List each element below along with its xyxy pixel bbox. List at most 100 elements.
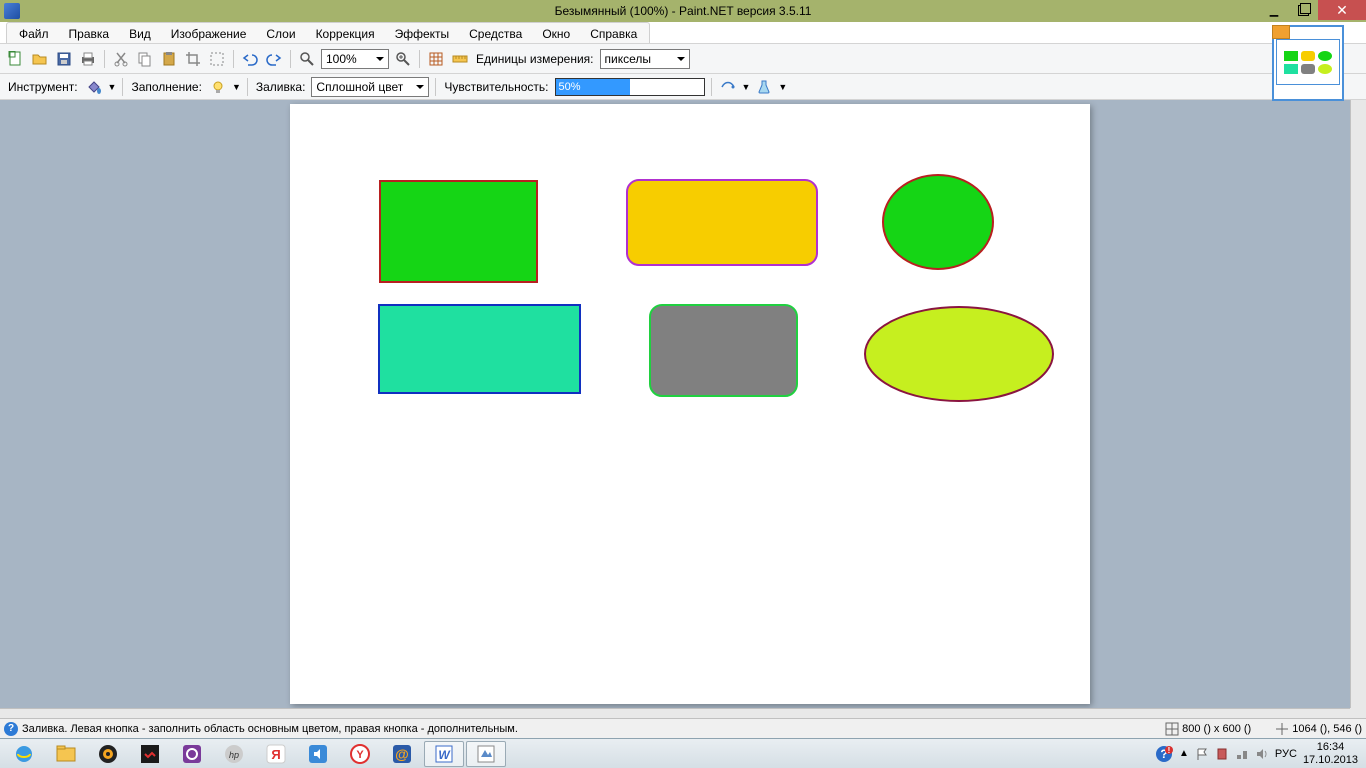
vertical-scrollbar[interactable]: [1350, 100, 1366, 708]
fillmode-label: Заливка:: [254, 80, 308, 94]
zoom-combo[interactable]: 100%: [321, 49, 389, 69]
svg-text:!: !: [1168, 746, 1171, 755]
taskbar-word-icon[interactable]: W: [424, 741, 464, 767]
taskbar-app1-icon[interactable]: [130, 741, 170, 767]
flask-dropdown-icon[interactable]: ▼: [778, 82, 787, 92]
taskbar-app2-icon[interactable]: [172, 741, 212, 767]
svg-text:@: @: [395, 746, 409, 762]
undo-icon[interactable]: [240, 49, 260, 69]
svg-text:Я: Я: [271, 747, 280, 762]
fillmode-combo[interactable]: Сплошной цвет: [311, 77, 429, 97]
main-toolbar: 100% Единицы измерения: пикселы: [0, 44, 1366, 74]
thumbnail-tab[interactable]: [1272, 25, 1290, 39]
taskbar-explorer-icon[interactable]: [46, 741, 86, 767]
menu-effects[interactable]: Эффекты: [385, 25, 460, 43]
tool-options-bar: Инструмент: ▼ Заполнение: ▼ Заливка: Спл…: [0, 74, 1366, 100]
ruler-icon[interactable]: [450, 49, 470, 69]
zoom-fit-icon[interactable]: [393, 49, 413, 69]
separator: [233, 50, 234, 68]
tray-clock[interactable]: 16:34 17.10.2013: [1303, 741, 1358, 765]
redo-icon[interactable]: [264, 49, 284, 69]
fill-dropdown-icon[interactable]: ▼: [232, 82, 241, 92]
menu-window[interactable]: Окно: [532, 25, 580, 43]
tolerance-value: 50%: [559, 81, 581, 93]
thumbnail-preview: [1276, 39, 1340, 85]
svg-text:W: W: [438, 748, 451, 762]
taskbar-paintnet-icon[interactable]: [466, 741, 506, 767]
save-icon[interactable]: [54, 49, 74, 69]
taskbar-sound-icon[interactable]: [298, 741, 338, 767]
grid-icon[interactable]: [426, 49, 446, 69]
tray-device-icon[interactable]: [1215, 747, 1229, 761]
menu-edit[interactable]: Правка: [59, 25, 120, 43]
separator: [290, 50, 291, 68]
separator: [419, 50, 420, 68]
menu-file[interactable]: Файл: [9, 25, 59, 43]
taskbar-ybrowser-icon[interactable]: Y: [340, 741, 380, 767]
status-cursor: 1064 (), 546 (): [1275, 722, 1362, 736]
menu-view[interactable]: Вид: [119, 25, 161, 43]
paste-icon[interactable]: [159, 49, 179, 69]
window-title: Безымянный (100%) - Paint.NET версия 3.5…: [555, 4, 812, 18]
cursor-pos-text: 1064 (), 546 (): [1292, 722, 1362, 734]
taskbar-ie-icon[interactable]: [4, 741, 44, 767]
deselect-icon[interactable]: [207, 49, 227, 69]
image-thumbnail-panel[interactable]: [1272, 25, 1344, 101]
new-file-icon[interactable]: [6, 49, 26, 69]
contiguous-icon[interactable]: [718, 77, 738, 97]
tray-volume-icon[interactable]: [1255, 747, 1269, 761]
tray-time: 16:34: [1303, 741, 1358, 753]
titlebar: Безымянный (100%) - Paint.NET версия 3.5…: [0, 0, 1366, 22]
lightbulb-icon[interactable]: [208, 77, 228, 97]
separator: [247, 78, 248, 96]
tray-flag-icon[interactable]: [1195, 747, 1209, 761]
units-value: пикселы: [605, 52, 652, 66]
menu-tools[interactable]: Средства: [459, 25, 532, 43]
separator: [122, 78, 123, 96]
app-icon: [4, 3, 20, 19]
cut-icon[interactable]: [111, 49, 131, 69]
menubar: Файл Правка Вид Изображение Слои Коррекц…: [0, 22, 1366, 44]
taskbar-mail-icon[interactable]: @: [382, 741, 422, 767]
separator: [711, 78, 712, 96]
tool-label: Инструмент:: [6, 80, 80, 94]
svg-text:hp: hp: [229, 750, 239, 760]
menu-image[interactable]: Изображение: [161, 25, 257, 43]
taskbar-media-icon[interactable]: [88, 741, 128, 767]
separator: [104, 50, 105, 68]
tray-date: 17.10.2013: [1303, 754, 1358, 766]
copy-icon[interactable]: [135, 49, 155, 69]
close-button[interactable]: ✕: [1318, 0, 1366, 20]
zoom-tool-icon[interactable]: [297, 49, 317, 69]
crop-icon[interactable]: [183, 49, 203, 69]
units-label: Единицы измерения:: [474, 52, 596, 66]
taskbar-yandex-icon[interactable]: Я: [256, 741, 296, 767]
tray-help-icon[interactable]: ?!: [1155, 745, 1173, 763]
tolerance-label: Чувствительность:: [442, 80, 550, 94]
contiguous-dropdown-icon[interactable]: ▼: [742, 82, 751, 92]
info-icon: ?: [4, 722, 18, 736]
flask-icon[interactable]: [754, 77, 774, 97]
tray-up-icon[interactable]: ▲: [1179, 748, 1189, 759]
system-tray: ?! ▲ РУС 16:34 17.10.2013: [1155, 741, 1362, 765]
fillmode-value: Сплошной цвет: [316, 80, 403, 94]
fill-label: Заполнение:: [129, 80, 203, 94]
tool-dropdown-icon[interactable]: ▼: [108, 82, 117, 92]
menu-layers[interactable]: Слои: [256, 25, 305, 43]
print-icon[interactable]: [78, 49, 98, 69]
workspace: [0, 100, 1366, 724]
menu-help[interactable]: Справка: [580, 25, 647, 43]
taskbar-hp-icon[interactable]: hp: [214, 741, 254, 767]
maximize-button[interactable]: [1288, 0, 1318, 20]
minimize-button[interactable]: ▁: [1260, 0, 1288, 20]
tray-network-icon[interactable]: [1235, 747, 1249, 761]
tolerance-slider[interactable]: 50%: [555, 78, 705, 96]
open-file-icon[interactable]: [30, 49, 50, 69]
units-combo[interactable]: пикселы: [600, 49, 690, 69]
tray-lang[interactable]: РУС: [1275, 748, 1297, 760]
canvas-size-text: 800 () x 600 (): [1182, 722, 1251, 734]
menu-adjustments[interactable]: Коррекция: [306, 25, 385, 43]
canvas[interactable]: [290, 104, 1090, 704]
paint-bucket-icon[interactable]: [84, 77, 104, 97]
svg-text:Y: Y: [356, 749, 364, 761]
